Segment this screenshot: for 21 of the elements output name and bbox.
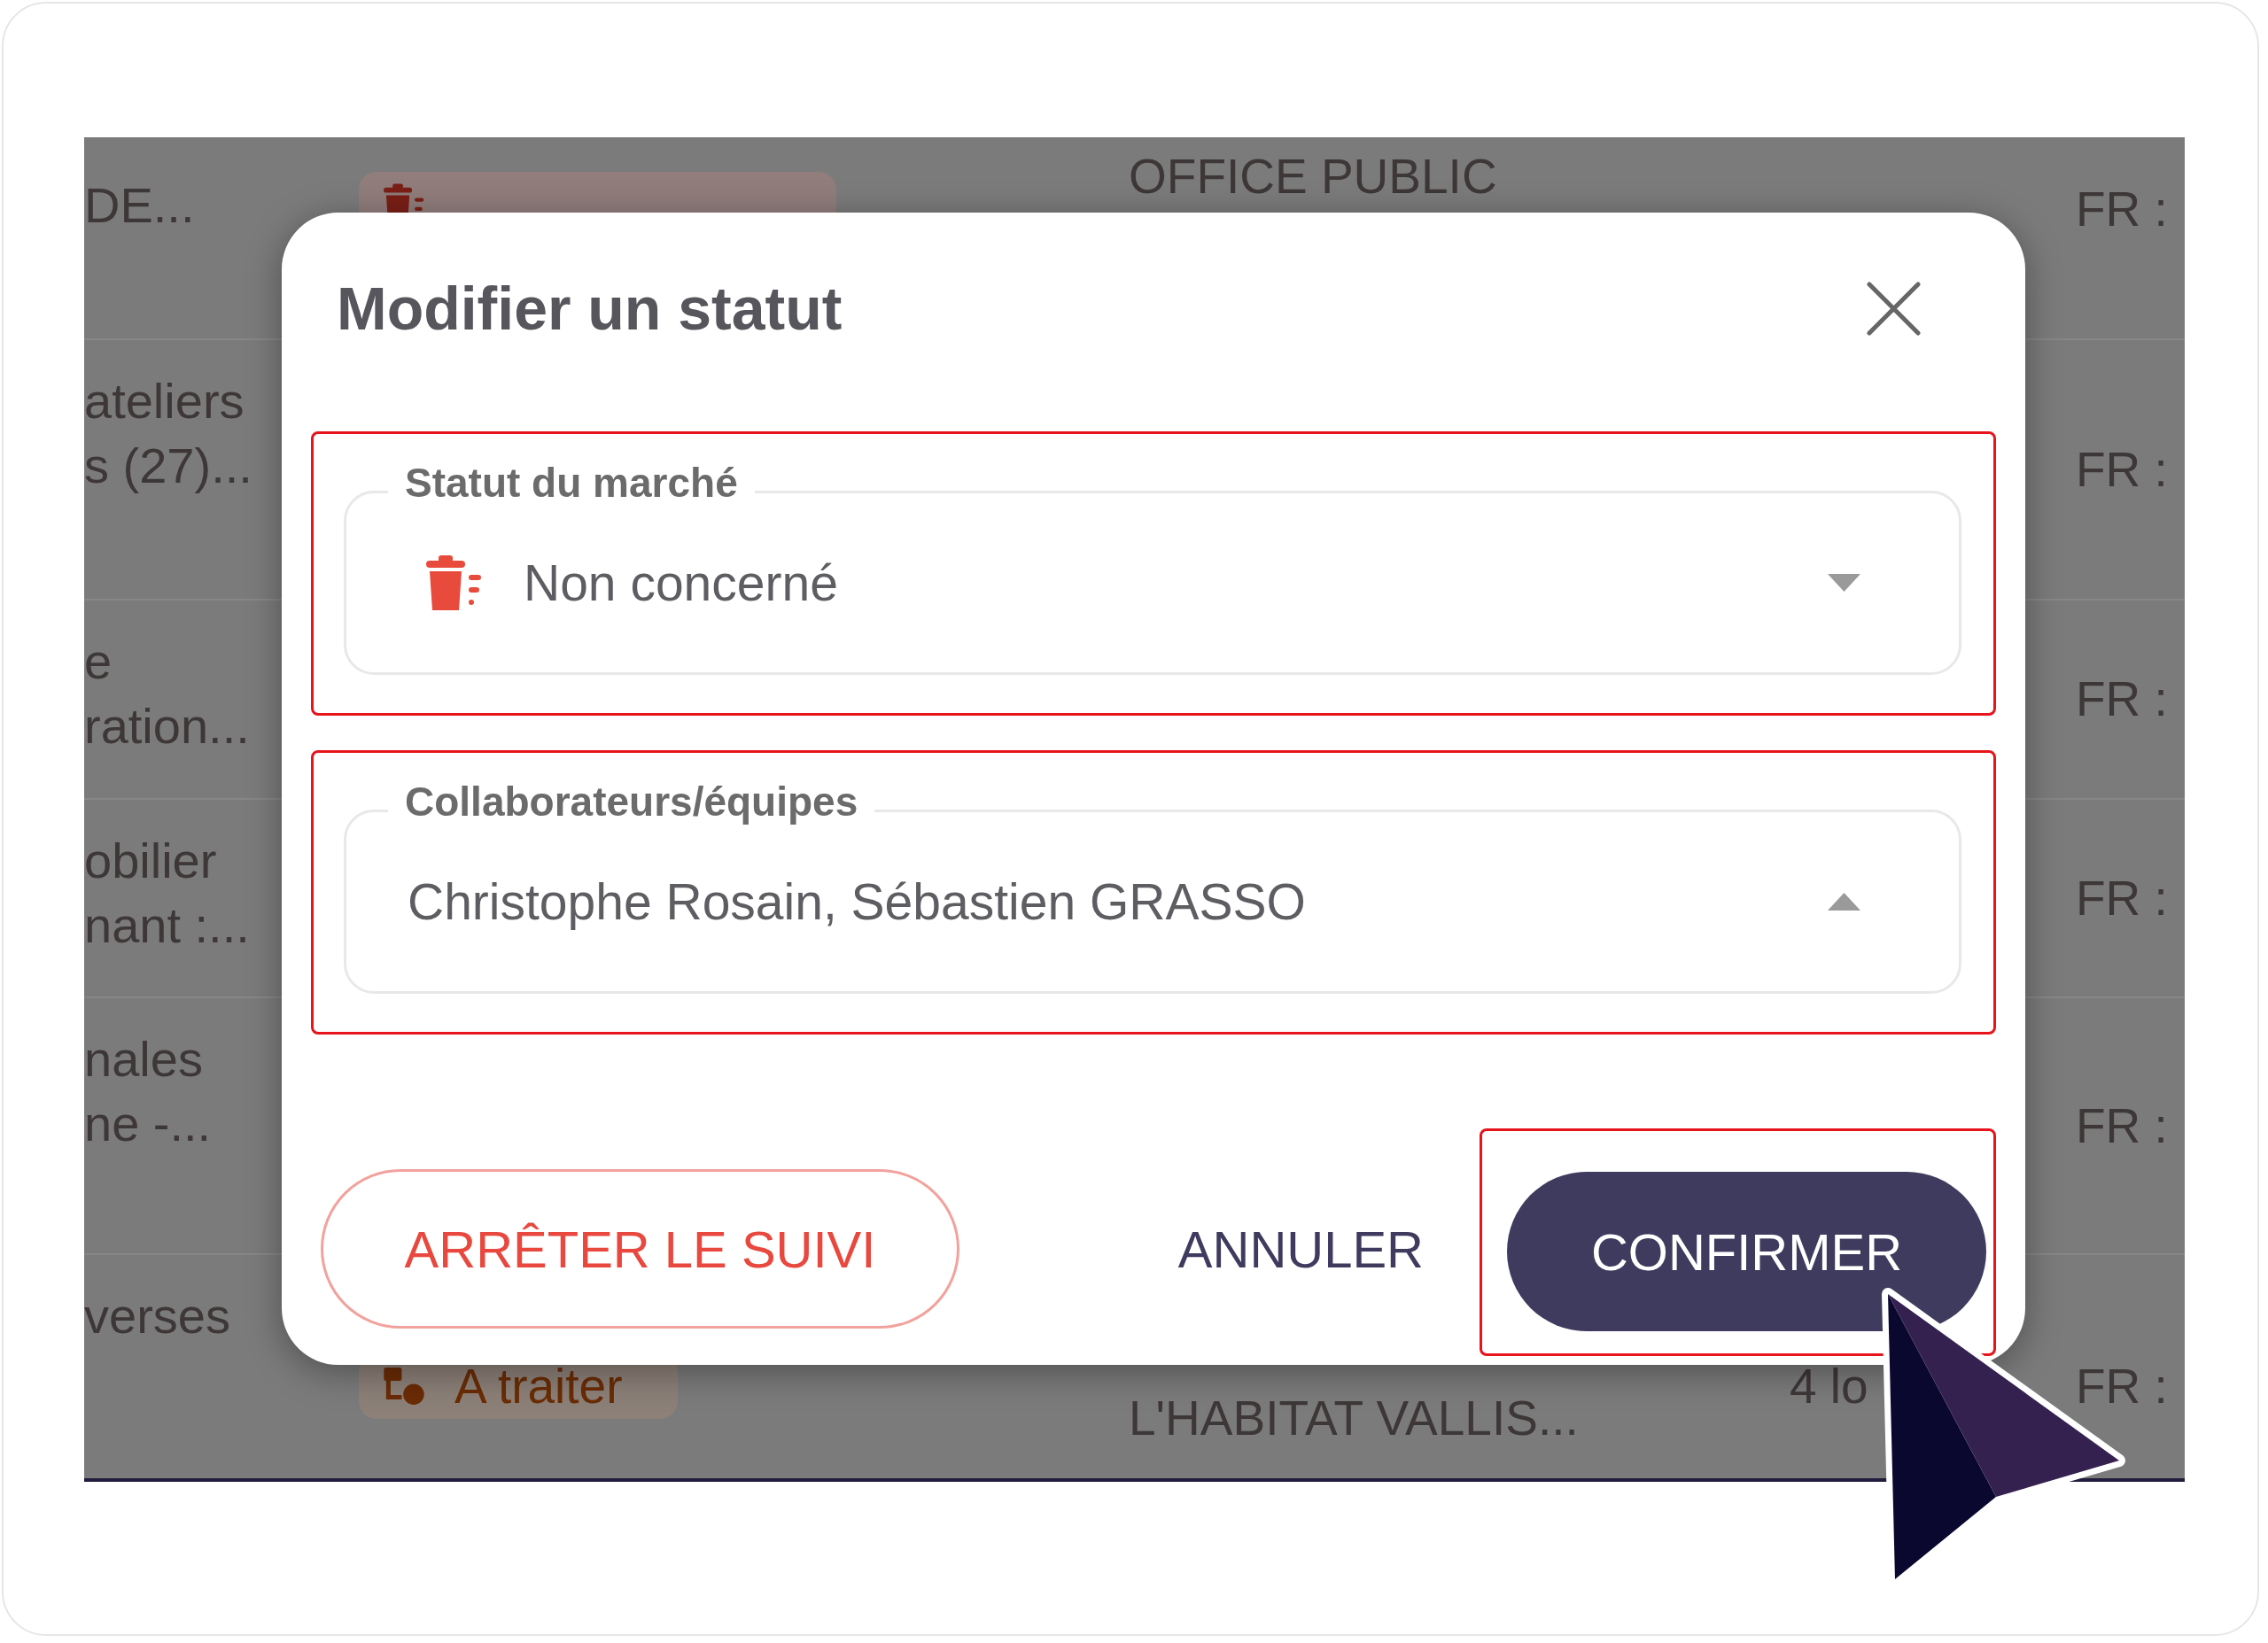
table-cell-text: nales ne -... <box>84 1030 213 1153</box>
table-cell-text: obilier nant :... <box>84 832 251 955</box>
table-cell: FR : <box>2076 1358 2168 1414</box>
status-label: A traiter <box>454 1358 623 1414</box>
confirm-button[interactable]: CONFIRMER <box>1507 1172 1986 1331</box>
table-cell: 4 lo <box>1790 1358 1868 1414</box>
table-cell-text: verses <box>84 1287 231 1345</box>
table-cell: FR : <box>2076 441 2168 497</box>
cancel-button[interactable]: ANNULER <box>1148 1169 1453 1329</box>
table-cell: OFFICE PUBLIC <box>1129 149 1497 204</box>
close-icon <box>1867 281 1921 336</box>
stop-button[interactable]: ARRÊTER LE SUIVI <box>321 1169 959 1329</box>
table-cell: FR : <box>2076 870 2168 926</box>
table-cell-text: e ration... <box>84 632 251 756</box>
dialog-title: Modifier un statut <box>337 274 843 344</box>
table-cell: L'HABITAT VALLIS... <box>1129 1391 1579 1445</box>
table-cell-text: ateliers s (27)... <box>84 372 253 495</box>
table-cell: FR : <box>2076 671 2168 726</box>
table-cell-text: DE... <box>84 176 196 235</box>
table-cell: FR : <box>2076 1097 2168 1153</box>
table-cell: FR : <box>2076 181 2168 236</box>
